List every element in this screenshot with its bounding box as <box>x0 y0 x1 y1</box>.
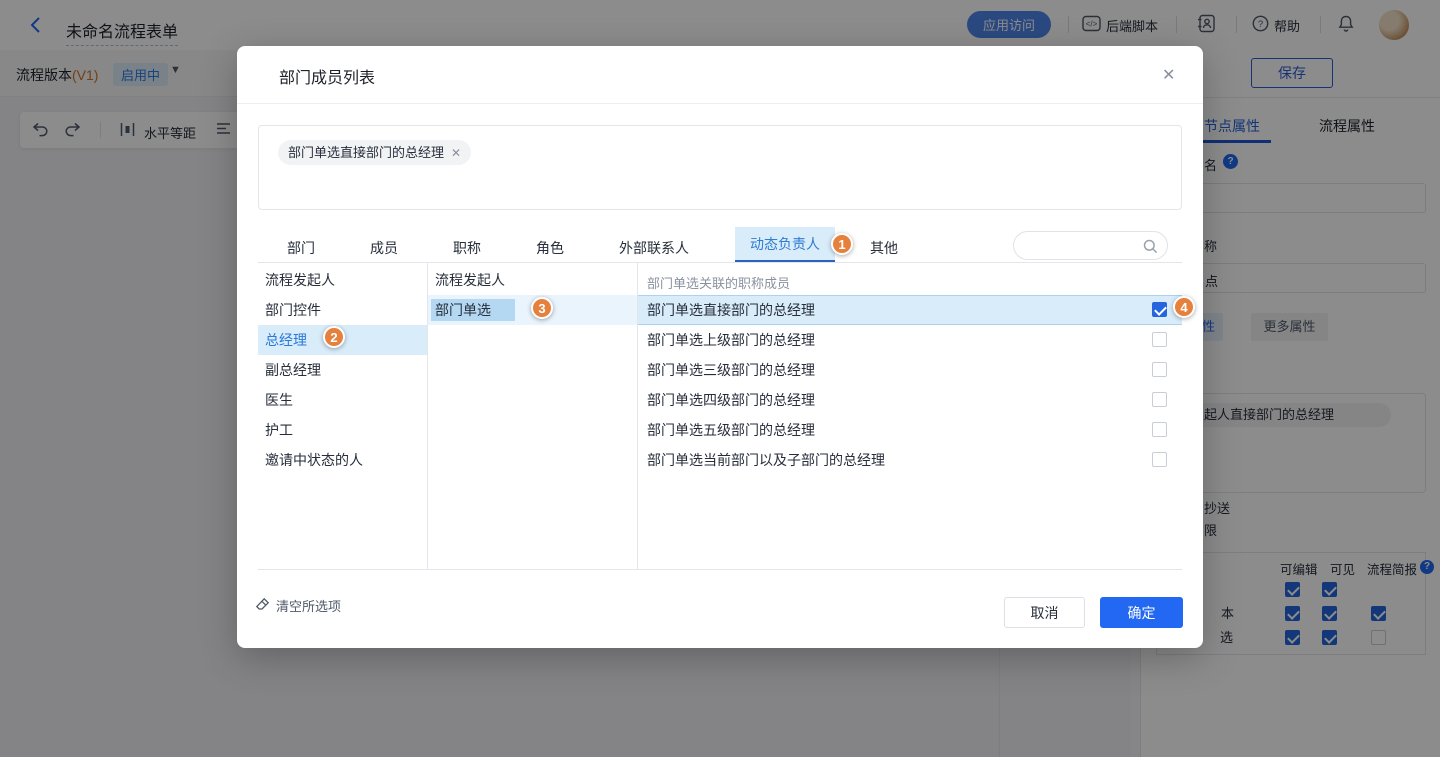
member-option-row[interactable]: 部门单选五级部门的总经理 <box>638 415 1182 445</box>
close-icon[interactable]: ✕ <box>1162 65 1175 85</box>
member-checkbox[interactable] <box>1152 422 1167 437</box>
columns-bottom-divider <box>258 569 1182 570</box>
member-search-input[interactable] <box>1026 233 1141 258</box>
dynamic-owner-item[interactable]: 医生 <box>258 385 427 415</box>
dynamic-owner-item[interactable]: 部门控件 <box>258 295 427 325</box>
tab-external-contact[interactable]: 外部联系人 <box>619 238 689 258</box>
dynamic-owner-item[interactable]: 邀请中状态的人 <box>258 445 427 475</box>
member-option-row[interactable]: 部门单选三级部门的总经理 <box>638 355 1182 385</box>
member-option-row[interactable]: 部门单选上级部门的总经理 <box>638 325 1182 355</box>
member-option-label: 部门单选当前部门以及子部门的总经理 <box>647 452 885 468</box>
control-item[interactable]: 流程发起人 <box>428 265 637 295</box>
member-checkbox[interactable] <box>1152 302 1167 317</box>
member-list-header: 部门单选关联的职称成员 <box>647 273 790 292</box>
step-badge-3: 3 <box>531 297 553 319</box>
member-checkbox[interactable] <box>1152 452 1167 467</box>
member-checkbox[interactable] <box>1152 332 1167 347</box>
tab-member[interactable]: 成员 <box>370 238 398 258</box>
member-option-row[interactable]: 部门单选四级部门的总经理 <box>638 385 1182 415</box>
clear-selection-label: 清空所选项 <box>276 596 341 615</box>
tab-title[interactable]: 职称 <box>453 238 481 258</box>
tab-other[interactable]: 其他 <box>870 238 898 258</box>
dynamic-owner-item[interactable]: 流程发起人 <box>258 265 427 295</box>
member-checkbox[interactable] <box>1152 392 1167 407</box>
confirm-button[interactable]: 确定 <box>1100 597 1183 628</box>
clear-selection-button[interactable]: 清空所选项 <box>255 596 341 615</box>
selected-members-box: 部门单选直接部门的总经理 ✕ <box>258 125 1182 210</box>
dynamic-owner-item[interactable]: 副总经理 <box>258 355 427 385</box>
member-search-box <box>1013 231 1168 260</box>
modal-header-divider <box>237 103 1203 104</box>
member-option-label: 部门单选五级部门的总经理 <box>647 422 815 438</box>
tab-department[interactable]: 部门 <box>287 238 315 258</box>
selected-member-tag-label: 部门单选直接部门的总经理 <box>288 145 444 160</box>
cancel-button[interactable]: 取消 <box>1004 597 1085 628</box>
tab-role[interactable]: 角色 <box>536 238 564 258</box>
tabs-divider <box>258 262 1182 263</box>
modal-title: 部门成员列表 <box>279 64 375 88</box>
member-checkbox[interactable] <box>1152 362 1167 377</box>
search-icon <box>1143 239 1158 254</box>
dynamic-owner-item[interactable]: 护工 <box>258 415 427 445</box>
tab-dynamic-owner[interactable]: 动态负责人 <box>735 227 835 262</box>
control-item-label: 部门单选 <box>431 299 515 321</box>
step-badge-4: 4 <box>1173 296 1195 318</box>
eraser-icon <box>255 597 270 615</box>
member-option-label: 部门单选三级部门的总经理 <box>647 362 815 378</box>
step-badge-2: 2 <box>323 326 345 348</box>
remove-tag-icon[interactable]: ✕ <box>451 146 461 160</box>
member-option-label: 部门单选四级部门的总经理 <box>647 392 815 408</box>
app-root: 未命名流程表单 应用访问 </> 后端脚本 ? 帮助 <box>0 0 1440 757</box>
member-option-row[interactable]: 部门单选直接部门的总经理 <box>638 295 1182 325</box>
selected-member-tag: 部门单选直接部门的总经理 ✕ <box>278 140 471 165</box>
member-option-row[interactable]: 部门单选当前部门以及子部门的总经理 <box>638 445 1182 475</box>
member-option-label: 部门单选直接部门的总经理 <box>647 302 815 318</box>
department-member-modal: 部门成员列表 ✕ 部门单选直接部门的总经理 ✕ 部门 成员 职称 角色 外部联系人… <box>237 46 1203 648</box>
step-badge-1: 1 <box>831 233 853 255</box>
member-option-label: 部门单选上级部门的总经理 <box>647 332 815 348</box>
